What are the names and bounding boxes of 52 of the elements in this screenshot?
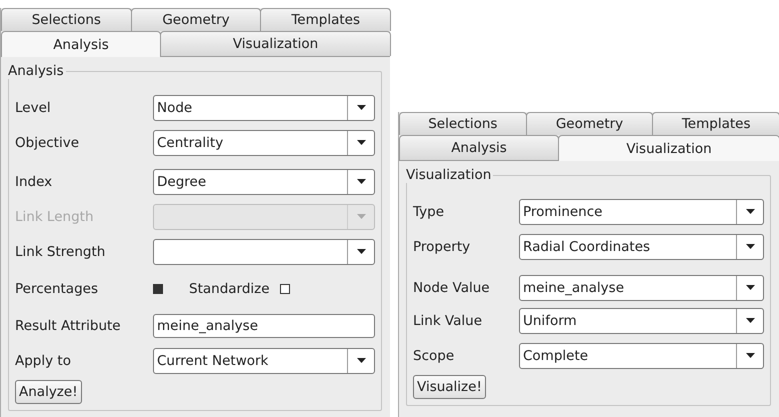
checkbox-label: Percentages xyxy=(15,280,99,296)
field-label: Scope xyxy=(413,348,456,364)
tab[interactable]: Visualization xyxy=(160,31,391,56)
field-label: Level xyxy=(15,100,52,116)
action-button[interactable]: Analyze! xyxy=(15,380,82,404)
action-button[interactable]: Visualize! xyxy=(413,375,486,399)
field-label: Objective xyxy=(15,134,80,150)
dropdown[interactable]: Current Network xyxy=(153,348,375,374)
field-label: Node Value xyxy=(413,280,491,296)
dropdown-arrow-icon xyxy=(746,209,754,214)
text-field[interactable]: meine_analyse xyxy=(153,314,375,338)
tab[interactable]: Analysis xyxy=(1,31,161,57)
dropdown[interactable]: Complete xyxy=(519,342,764,368)
field-label: Type xyxy=(413,204,446,220)
tab[interactable]: Templates xyxy=(652,112,779,135)
field-label: Link Value xyxy=(413,312,484,328)
dropdown[interactable]: Uniform xyxy=(519,308,764,334)
tab[interactable]: Analysis xyxy=(399,135,559,160)
dropdown-arrow-icon xyxy=(356,358,366,363)
checkbox-label: Standardize xyxy=(189,280,270,296)
dropdown-arrow-icon xyxy=(356,249,366,254)
group-title: Visualization xyxy=(406,167,494,183)
dropdown-arrow-icon xyxy=(356,214,366,219)
field-label: Index xyxy=(15,174,54,190)
tab[interactable]: Visualization xyxy=(558,135,779,161)
tab[interactable]: Geometry xyxy=(130,8,262,31)
field-label: Apply to xyxy=(15,352,72,368)
tab[interactable]: Selections xyxy=(1,8,132,31)
dropdown[interactable]: Prominence xyxy=(519,198,764,224)
tab[interactable]: Selections xyxy=(399,112,527,135)
checkbox[interactable] xyxy=(280,284,290,294)
checkbox[interactable] xyxy=(153,284,163,294)
dropdown[interactable]: Degree xyxy=(153,168,375,194)
field-label: Result Attribute xyxy=(15,318,122,334)
tab[interactable]: Templates xyxy=(260,8,392,31)
dropdown-arrow-icon xyxy=(746,318,754,323)
dropdown-arrow-icon xyxy=(356,140,366,145)
dropdown-arrow-icon xyxy=(746,353,754,358)
group-title: Analysis xyxy=(8,63,66,79)
dropdown-arrow-icon xyxy=(746,244,754,249)
dropdown[interactable]: Radial Coordinates xyxy=(519,234,764,260)
dropdown[interactable]: meine_analyse xyxy=(519,274,764,300)
dropdown[interactable]: Node xyxy=(153,94,375,120)
dropdown[interactable]: Centrality xyxy=(153,130,375,156)
field-label: Link Strength xyxy=(15,244,106,260)
field-label: Link Length xyxy=(15,208,95,224)
dropdown-arrow-icon xyxy=(356,179,366,184)
dropdown[interactable] xyxy=(153,238,375,264)
field-label: Property xyxy=(413,238,472,254)
dropdown-arrow-icon xyxy=(356,105,366,110)
dropdown-arrow-icon xyxy=(746,285,754,290)
tab[interactable]: Geometry xyxy=(526,112,654,135)
